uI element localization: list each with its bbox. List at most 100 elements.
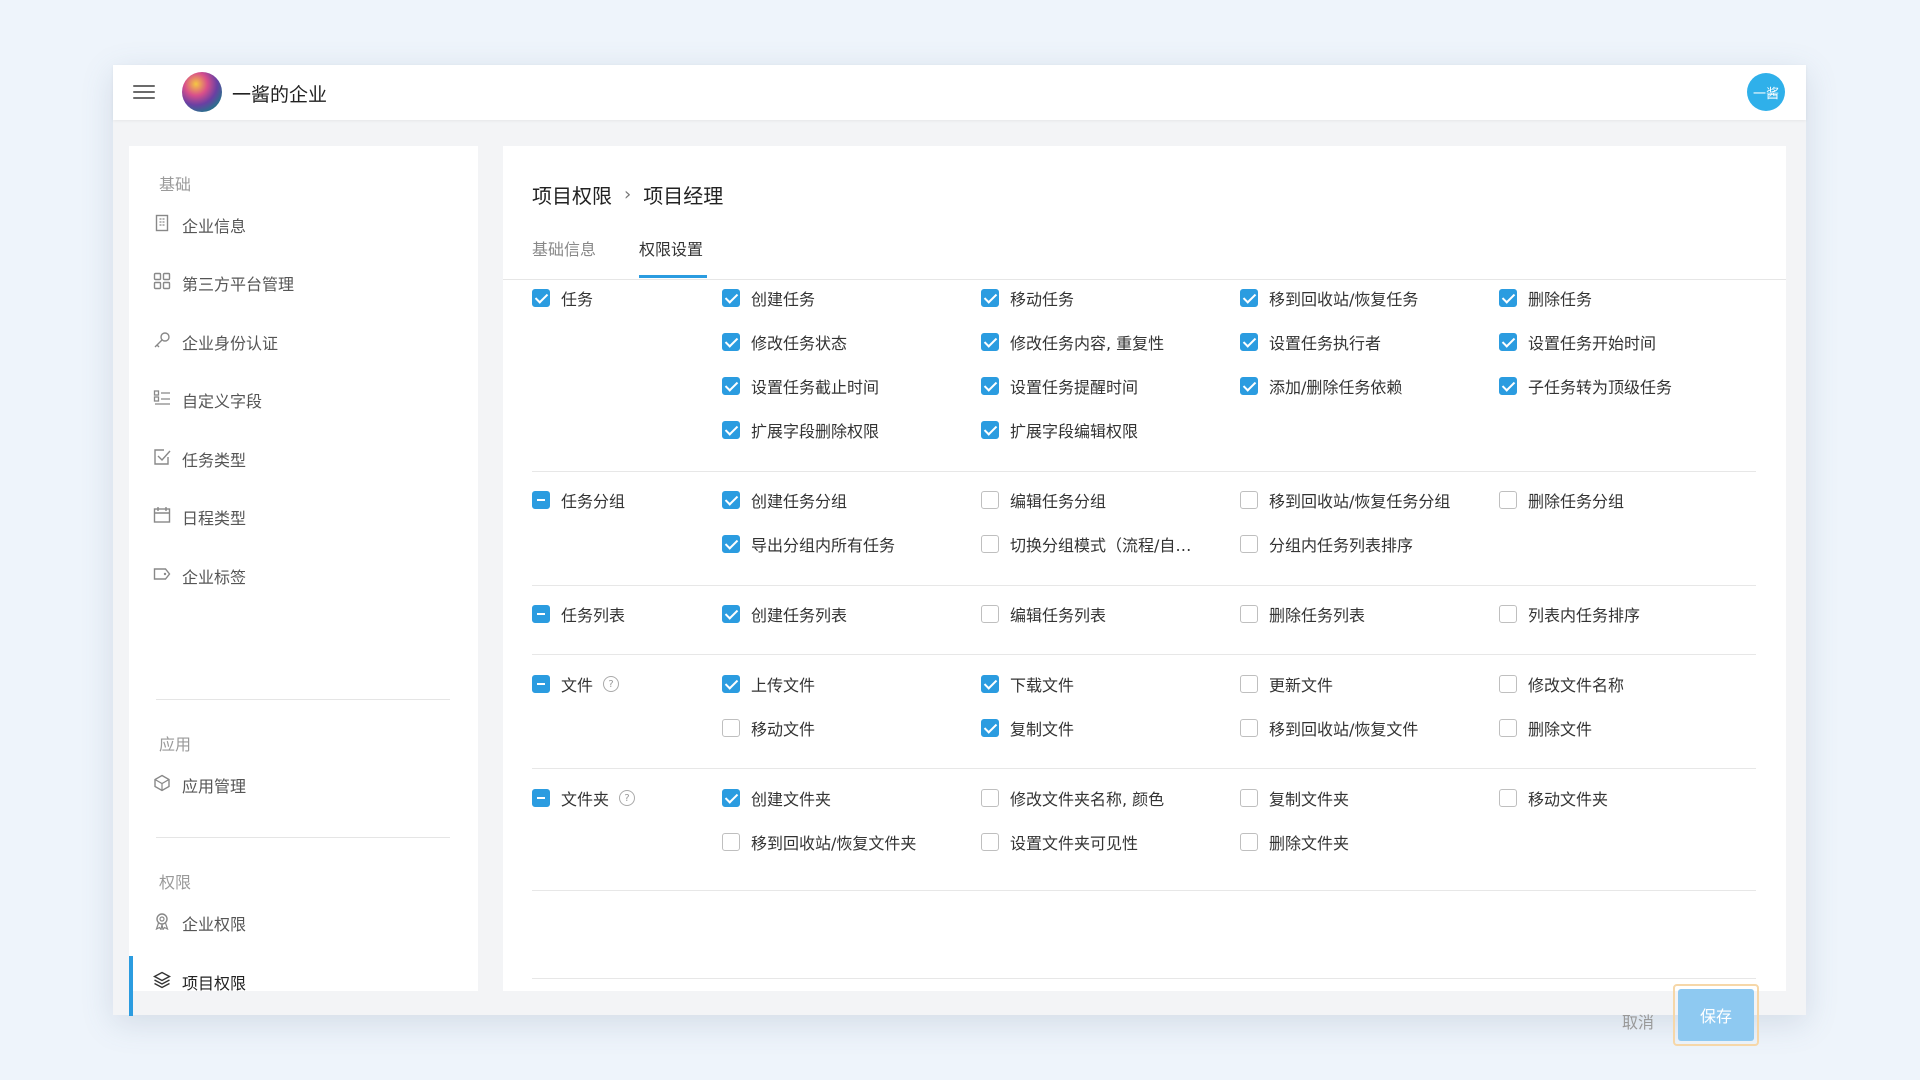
checkbox[interactable] (1240, 789, 1258, 807)
permission-checkbox[interactable]: 设置任务开始时间 (1499, 330, 1656, 354)
permission-checkbox[interactable]: 分组内任务列表排序 (1240, 532, 1413, 556)
permission-checkbox[interactable]: 删除任务列表 (1240, 602, 1365, 626)
group-checkbox[interactable]: 任务 (532, 286, 593, 310)
sidebar-item-app-management[interactable]: 应用管理 (129, 759, 478, 807)
permission-checkbox[interactable]: 删除任务分组 (1499, 488, 1624, 512)
checkbox[interactable] (1240, 535, 1258, 553)
permission-checkbox[interactable]: 扩展字段编辑权限 (981, 418, 1138, 442)
breadcrumb-parent[interactable]: 项目权限 (532, 180, 612, 209)
permission-checkbox[interactable]: 修改任务内容, 重复性 (981, 330, 1164, 354)
checkbox[interactable] (722, 421, 740, 439)
sidebar-item-task-types[interactable]: 任务类型 (129, 433, 478, 481)
permission-checkbox[interactable]: 移动任务 (981, 286, 1074, 310)
checkbox[interactable] (1240, 289, 1258, 307)
sidebar-item-third-party[interactable]: 第三方平台管理 (129, 257, 478, 305)
help-icon[interactable]: ? (619, 790, 636, 806)
checkbox[interactable] (981, 289, 999, 307)
checkbox[interactable] (981, 719, 999, 737)
permission-checkbox[interactable]: 复制文件夹 (1240, 786, 1349, 810)
group-checkbox[interactable]: 任务分组 (532, 488, 625, 512)
permission-checkbox[interactable]: 导出分组内所有任务 (722, 532, 895, 556)
checkbox[interactable] (981, 333, 999, 351)
permission-checkbox[interactable]: 更新文件 (1240, 672, 1333, 696)
checkbox[interactable] (722, 789, 740, 807)
checkbox[interactable] (981, 421, 999, 439)
checkbox[interactable] (1499, 675, 1517, 693)
permission-checkbox[interactable]: 创建任务 (722, 286, 815, 310)
group-checkbox[interactable]: 文件夹? (532, 786, 636, 810)
permission-checkbox[interactable]: 移到回收站/恢复任务分组 (1240, 488, 1450, 512)
permission-checkbox[interactable]: 创建文件夹 (722, 786, 831, 810)
checkbox[interactable] (981, 491, 999, 509)
checkbox[interactable] (1240, 491, 1258, 509)
user-avatar[interactable]: 一酱 (1747, 73, 1785, 111)
permission-checkbox[interactable]: 下载文件 (981, 672, 1074, 696)
sidebar-item-custom-fields[interactable]: 自定义字段 (129, 374, 478, 422)
checkbox[interactable] (722, 675, 740, 693)
permission-checkbox[interactable]: 子任务转为顶级任务 (1499, 374, 1672, 398)
checkbox[interactable] (722, 833, 740, 851)
checkbox[interactable] (532, 289, 550, 307)
checkbox[interactable] (981, 833, 999, 851)
hamburger-menu-icon[interactable] (133, 81, 155, 103)
checkbox[interactable] (722, 535, 740, 553)
permission-checkbox[interactable]: 列表内任务排序 (1499, 602, 1640, 626)
permission-checkbox[interactable]: 移到回收站/恢复文件夹 (722, 830, 916, 854)
permission-checkbox[interactable]: 切换分组模式（流程/自… (981, 532, 1191, 556)
sidebar-item-identity[interactable]: 企业身份认证 (129, 316, 478, 364)
checkbox[interactable] (722, 377, 740, 395)
permission-checkbox[interactable]: 设置文件夹可见性 (981, 830, 1138, 854)
permission-checkbox[interactable]: 修改文件名称 (1499, 672, 1624, 696)
permission-checkbox[interactable]: 修改任务状态 (722, 330, 847, 354)
sidebar-item-company-permissions[interactable]: 企业权限 (129, 897, 478, 945)
permission-checkbox[interactable]: 设置任务截止时间 (722, 374, 879, 398)
checkbox[interactable] (1499, 333, 1517, 351)
cancel-button[interactable]: 取消 (1616, 1008, 1660, 1034)
checkbox[interactable] (1499, 377, 1517, 395)
sidebar-item-schedule-types[interactable]: 日程类型 (129, 491, 478, 539)
checkbox[interactable] (532, 675, 550, 693)
sidebar-item-project-permissions[interactable]: 项目权限 (129, 956, 478, 1016)
permission-checkbox[interactable]: 编辑任务分组 (981, 488, 1106, 512)
permission-checkbox[interactable]: 添加/删除任务依赖 (1240, 374, 1402, 398)
checkbox[interactable] (1499, 289, 1517, 307)
checkbox[interactable] (981, 605, 999, 623)
permission-checkbox[interactable]: 移动文件夹 (1499, 786, 1608, 810)
checkbox[interactable] (1240, 833, 1258, 851)
sidebar-item-tags[interactable]: 企业标签 (129, 550, 478, 598)
checkbox[interactable] (1240, 333, 1258, 351)
checkbox[interactable] (1499, 789, 1517, 807)
checkbox[interactable] (1240, 605, 1258, 623)
permission-checkbox[interactable]: 删除文件夹 (1240, 830, 1349, 854)
checkbox[interactable] (532, 491, 550, 509)
tab-basic-info[interactable]: 基础信息 (532, 236, 596, 260)
save-button[interactable]: 保存 (1678, 989, 1754, 1041)
checkbox[interactable] (981, 377, 999, 395)
checkbox[interactable] (722, 289, 740, 307)
checkbox[interactable] (1499, 719, 1517, 737)
checkbox[interactable] (722, 333, 740, 351)
permission-checkbox[interactable]: 创建任务分组 (722, 488, 847, 512)
permission-checkbox[interactable]: 编辑任务列表 (981, 602, 1106, 626)
sidebar-item-company-info[interactable]: 企业信息 (129, 199, 478, 247)
permission-checkbox[interactable]: 删除文件 (1499, 716, 1592, 740)
checkbox[interactable] (1240, 719, 1258, 737)
permission-checkbox[interactable]: 创建任务列表 (722, 602, 847, 626)
checkbox[interactable] (532, 789, 550, 807)
checkbox[interactable] (1240, 377, 1258, 395)
permission-checkbox[interactable]: 设置任务执行者 (1240, 330, 1381, 354)
checkbox[interactable] (1240, 675, 1258, 693)
permission-checkbox[interactable]: 修改文件夹名称, 颜色 (981, 786, 1164, 810)
checkbox[interactable] (722, 719, 740, 737)
checkbox[interactable] (722, 605, 740, 623)
permission-checkbox[interactable]: 扩展字段删除权限 (722, 418, 879, 442)
permission-checkbox[interactable]: 移到回收站/恢复文件 (1240, 716, 1418, 740)
checkbox[interactable] (1499, 491, 1517, 509)
permission-checkbox[interactable]: 移到回收站/恢复任务 (1240, 286, 1418, 310)
checkbox[interactable] (981, 675, 999, 693)
permission-checkbox[interactable]: 删除任务 (1499, 286, 1592, 310)
checkbox[interactable] (722, 491, 740, 509)
tab-permission-settings[interactable]: 权限设置 (639, 236, 703, 260)
checkbox[interactable] (981, 535, 999, 553)
permission-checkbox[interactable]: 移动文件 (722, 716, 815, 740)
